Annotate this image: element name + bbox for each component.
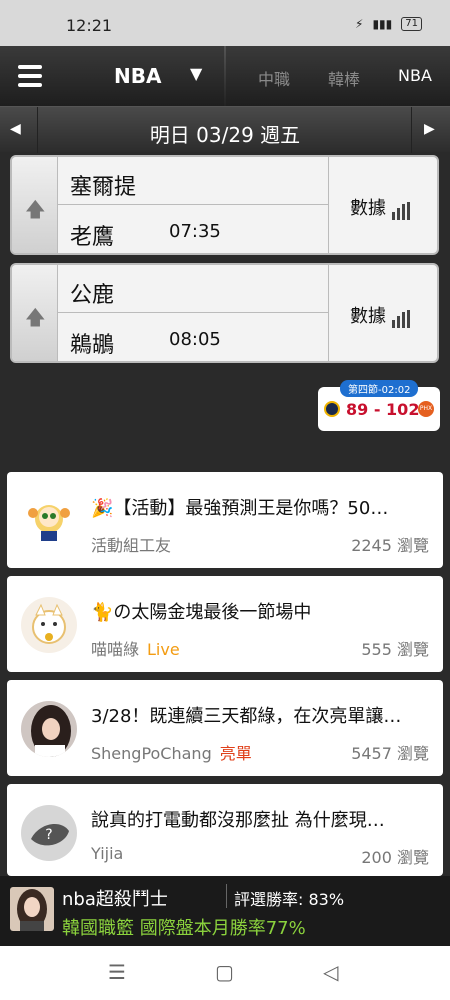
expert-avatar — [10, 887, 54, 931]
recent-apps-icon[interactable]: ☰ — [108, 960, 126, 984]
clock: 12:21 — [66, 16, 113, 35]
dropdown-triangle-icon[interactable]: ▼ — [190, 64, 202, 83]
live-score-widget[interactable]: 第四節-02:02 89 - 102 PHX — [318, 380, 440, 431]
divider — [58, 204, 328, 205]
default-avatar-icon: ? — [21, 805, 77, 861]
forum-post[interactable]: ? 說真的打電動都沒那麼扯 為什麼現… Yijia 200 瀏覽 — [7, 784, 443, 876]
avatar — [21, 597, 77, 653]
pick-tag: 亮單 — [219, 744, 252, 763]
forum-post[interactable]: 🐈の太陽金塊最後一節場中 喵喵綠 Live 555 瀏覽 — [7, 576, 443, 672]
recommended-expert-bar[interactable]: nba超殺鬥士 評選勝率: 83% 韓國職籃 國際盤本月勝率77% — [0, 876, 450, 946]
view-count: 200 瀏覽 — [361, 848, 429, 867]
post-author: 活動組工友 — [91, 532, 171, 556]
live-tag: Live — [147, 640, 180, 659]
expert-description: 韓國職籃 國際盤本月勝率77% — [62, 918, 306, 939]
post-title: 說真的打電動都沒那麼扯 為什麼現… — [91, 810, 385, 831]
game-card[interactable]: 🡅 公鹿 鵜鶘 08:05 數據 — [10, 263, 439, 363]
date-label: 明日 03/29 週五 — [149, 123, 301, 147]
game-time: 07:35 — [169, 221, 221, 242]
up-arrow-icon: 🡅 — [25, 305, 46, 329]
back-icon[interactable]: ◁ — [323, 960, 338, 984]
post-author: Yijia — [91, 844, 123, 863]
away-team: 公鹿 — [70, 283, 115, 308]
nuggets-logo-icon — [324, 401, 340, 417]
hamburger-menu-icon[interactable] — [18, 65, 42, 87]
view-count: 2245 瀏覽 — [351, 536, 429, 555]
tab-cpbl[interactable]: 中職 — [258, 66, 290, 90]
suns-logo-icon: PHX — [418, 401, 434, 417]
stats-button[interactable]: 數據 — [350, 194, 410, 220]
stats-label: 數據 — [350, 198, 386, 219]
forum-post[interactable]: 3/28！既連續三天都綠，在次亮單讓… ShengPoChang 亮單 5457 … — [7, 680, 443, 776]
home-team: 鵜鶘 — [70, 333, 115, 358]
post-title: 3/28！既連續三天都綠，在次亮單讓… — [91, 706, 402, 727]
nav-divider — [224, 46, 226, 106]
author-name: Yijia — [91, 844, 124, 863]
post-author: 喵喵綠 Live — [91, 636, 180, 660]
stats-label: 數據 — [350, 306, 386, 327]
battery-icon: 71 — [401, 17, 422, 31]
status-bar: 12:21 ⚡ ▮▮▮ 71 — [0, 0, 450, 46]
home-team: 老鷹 — [70, 225, 115, 250]
expert-name: nba超殺鬥士 — [62, 889, 168, 910]
signal-icon: ▮▮▮ — [372, 17, 393, 31]
next-day-arrow-icon[interactable]: ▶ — [424, 121, 435, 137]
post-title: 🐈の太陽金塊最後一節場中 — [91, 602, 312, 623]
avatar — [21, 493, 77, 549]
author-name: ShengPoChang — [91, 744, 212, 763]
divider — [328, 265, 329, 361]
date-separator-right — [411, 107, 412, 153]
collapse-toggle[interactable]: 🡅 — [12, 157, 58, 253]
post-author: ShengPoChang 亮單 — [91, 740, 252, 764]
view-count: 555 瀏覽 — [361, 640, 429, 659]
author-name: 活動組工友 — [91, 536, 172, 555]
top-nav: NBA ▼ 中職 韓棒 NBA — [0, 46, 450, 106]
system-nav-bar: ☰ ▢ ◁ — [0, 946, 450, 1000]
stats-button[interactable]: 數據 — [350, 302, 410, 328]
league-title[interactable]: NBA — [114, 64, 161, 88]
live-score: 89 - 102 — [346, 400, 420, 419]
period-badge: 第四節-02:02 — [340, 380, 419, 397]
bar-chart-icon — [392, 202, 410, 220]
divider — [328, 157, 329, 253]
game-card[interactable]: 🡅 塞爾提 老鷹 07:35 數據 — [10, 155, 439, 255]
up-arrow-icon: 🡅 — [25, 197, 46, 221]
expert-win-rate: 評選勝率: 83% — [234, 890, 345, 909]
collapse-toggle[interactable]: 🡅 — [12, 265, 58, 361]
game-time: 08:05 — [169, 329, 221, 350]
status-icons: ⚡ ▮▮▮ 71 — [355, 17, 422, 31]
post-title: 🎉【活動】最強預測王是你嗎？50… — [91, 498, 389, 519]
view-count: 5457 瀏覽 — [351, 744, 429, 763]
tab-nba[interactable]: NBA — [398, 66, 432, 85]
forum-post[interactable]: 🎉【活動】最強預測王是你嗎？50… 活動組工友 2245 瀏覽 — [7, 472, 443, 568]
wifi-icon: ⚡ — [355, 17, 364, 31]
bar-chart-icon — [392, 310, 410, 328]
author-name: 喵喵綠 — [91, 640, 140, 659]
tab-kbo[interactable]: 韓棒 — [328, 66, 360, 90]
divider — [58, 312, 328, 313]
avatar — [21, 701, 77, 757]
divider — [226, 884, 227, 908]
home-icon[interactable]: ▢ — [215, 960, 234, 984]
away-team: 塞爾提 — [70, 175, 137, 200]
svg-text:?: ? — [45, 827, 52, 843]
date-bar: ◀ 明日 03/29 週五 ▶ — [0, 106, 450, 153]
